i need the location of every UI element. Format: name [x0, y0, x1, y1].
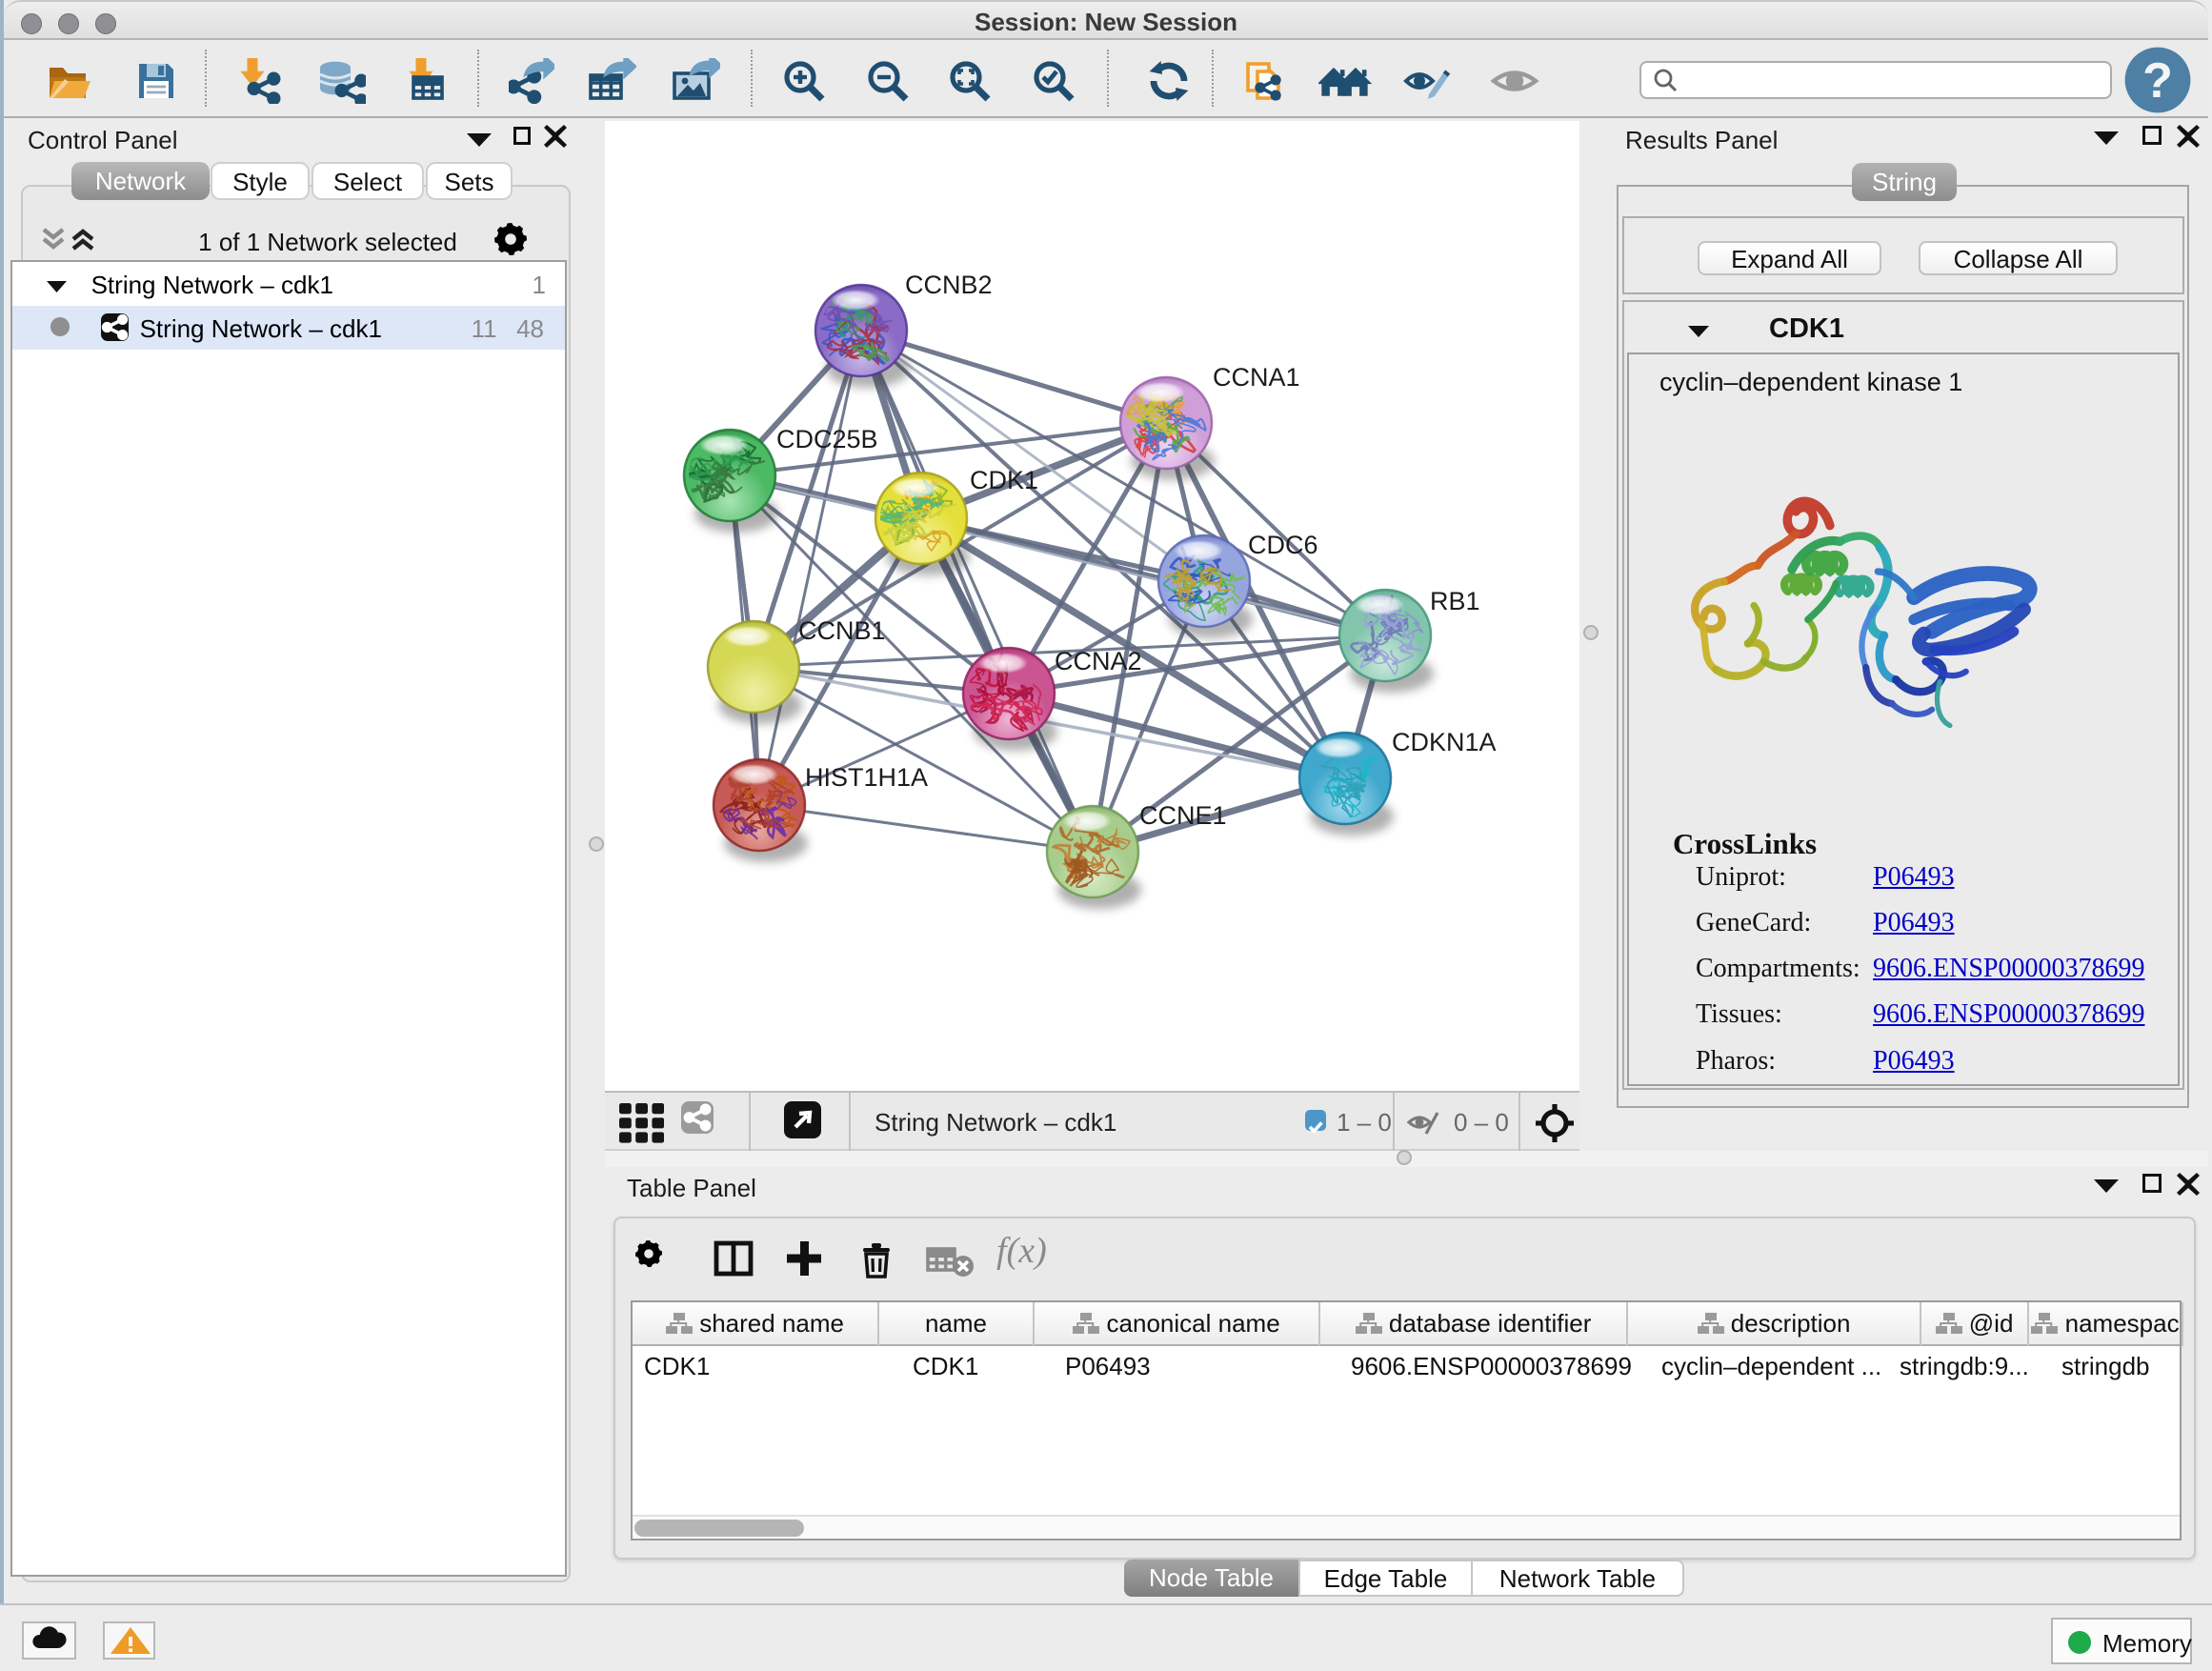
svg-text:CDKN1A: CDKN1A [1392, 728, 1497, 756]
svg-text:CCNB2: CCNB2 [905, 271, 993, 299]
svg-text:CCNA1: CCNA1 [1213, 363, 1300, 392]
svg-text:RB1: RB1 [1430, 587, 1480, 615]
svg-text:CDK1: CDK1 [970, 466, 1038, 494]
svg-text:CCNB1: CCNB1 [798, 616, 886, 645]
svg-text:CCNA2: CCNA2 [1055, 647, 1142, 675]
svg-text:CDC25B: CDC25B [776, 425, 878, 453]
svg-text:CCNE1: CCNE1 [1139, 801, 1227, 830]
svg-text:HIST1H1A: HIST1H1A [805, 763, 928, 792]
svg-text:?: ? [2142, 53, 2173, 109]
svg-text:CDC6: CDC6 [1248, 531, 1318, 559]
